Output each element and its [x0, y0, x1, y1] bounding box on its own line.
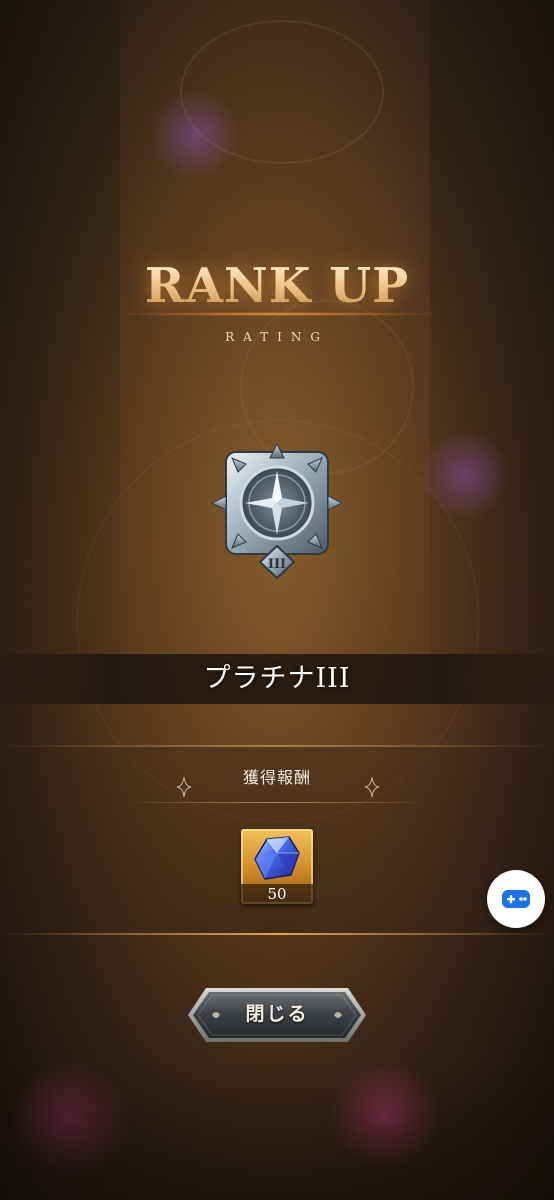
- background-bottom-fade: [0, 1060, 554, 1200]
- reward-item-count: 50: [241, 884, 313, 904]
- title-glow-divider: [120, 312, 434, 316]
- reward-item[interactable]: 50: [241, 829, 313, 904]
- background-purple-glow: [150, 90, 240, 180]
- rank-up-subtitle: RATING: [225, 330, 329, 344]
- reward-header: 獲得報酬: [242, 768, 311, 787]
- background-purple-glow: [10, 1060, 130, 1180]
- gamepad-icon: [502, 890, 530, 908]
- background-purple-glow: [330, 1060, 440, 1170]
- platinum-rank-emblem-icon: III: [210, 442, 344, 580]
- background-arch: [180, 20, 384, 164]
- close-button-label: 閉じる: [245, 1003, 309, 1025]
- background-purple-glow: [420, 430, 510, 520]
- sparkle-right-icon: [364, 776, 380, 798]
- floating-gamepad-button[interactable]: [487, 870, 545, 928]
- rank-name: プラチナIII: [203, 663, 351, 694]
- reward-divider-mid: [125, 802, 429, 803]
- background-column: [0, 0, 120, 700]
- rank-name-band: プラチナIII: [0, 654, 554, 704]
- close-button[interactable]: 閉じる: [186, 986, 368, 1044]
- sparkle-left-icon: [176, 776, 192, 798]
- emblem-tier-label: III: [268, 557, 286, 572]
- blue-crystal-gem-icon: [253, 835, 301, 881]
- rank-up-title: RANK UP: [0, 258, 554, 314]
- reward-divider-top: [0, 745, 554, 747]
- reward-divider-bottom: [0, 933, 554, 935]
- rank-up-screen: RANK UP RATING III プラチナIII 獲得報酬 50 閉じる: [0, 0, 554, 1200]
- background-column: [430, 0, 554, 700]
